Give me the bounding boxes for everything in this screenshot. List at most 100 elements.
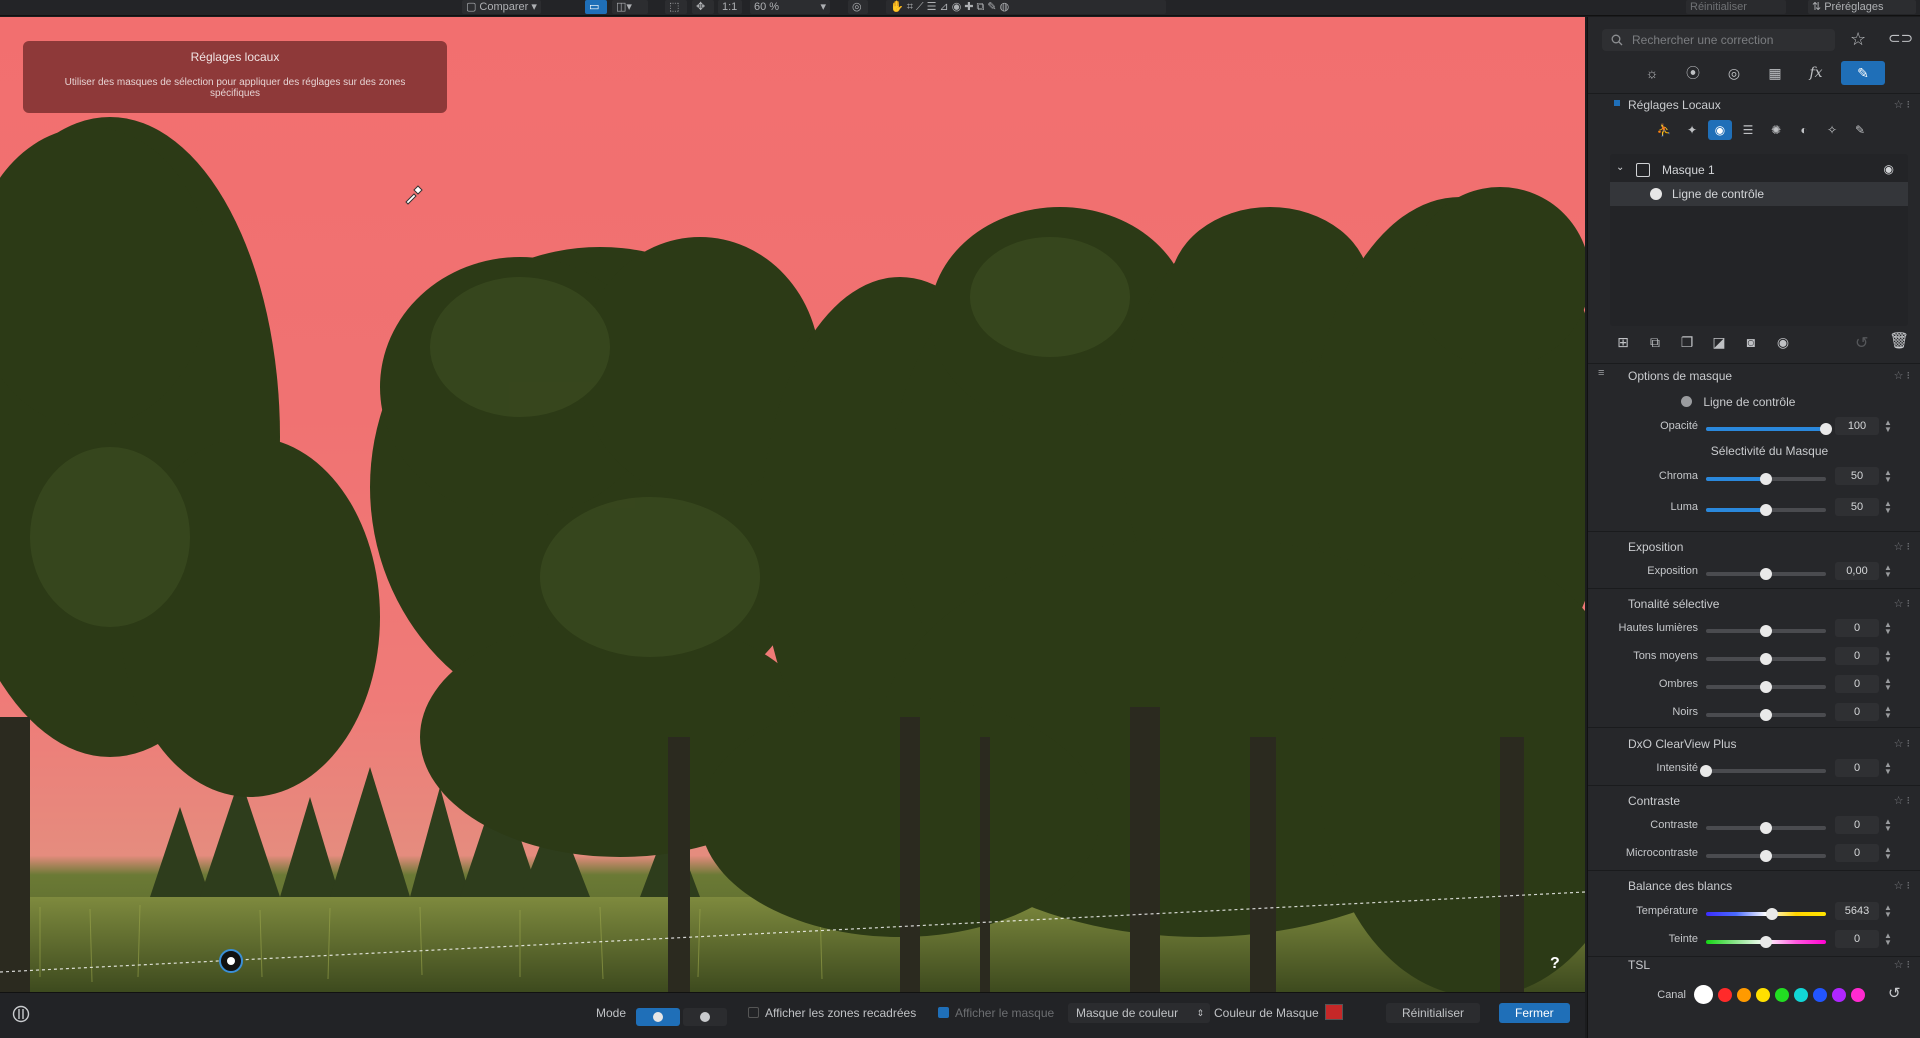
intensity-slider[interactable] — [1700, 765, 1826, 777]
section-pin-icon[interactable]: ☆ ⁝ — [1894, 737, 1910, 750]
undo-icon[interactable]: ↺ — [1855, 333, 1868, 353]
section-pin-icon[interactable]: ☆ ⁝ — [1894, 958, 1910, 971]
channel-color-dot[interactable] — [1851, 987, 1865, 1002]
mask-type-select[interactable]: Masque de couleur ⇕ — [1068, 1003, 1210, 1023]
chroma-slider[interactable] — [1706, 473, 1826, 485]
spin-arrows-icon[interactable]: ▲ ▼ — [1883, 500, 1893, 515]
spin-arrows-icon[interactable]: ▲ ▼ — [1883, 761, 1893, 776]
temperature-slider[interactable] — [1706, 908, 1826, 920]
tint-value[interactable]: 0 — [1835, 930, 1879, 948]
mask-circle-icon[interactable]: ◙ — [1738, 331, 1764, 353]
channel-color-dot[interactable] — [1756, 987, 1770, 1002]
trash-icon[interactable]: 🗑 — [1889, 331, 1909, 351]
brush-tool-icon[interactable]: ✎ — [987, 1, 996, 13]
local-adjust-tab-icon[interactable]: ✎ — [1841, 61, 1885, 85]
image-canvas[interactable]: Réglages locaux Utiliser des masques de … — [0, 17, 1585, 992]
section-pin-icon[interactable]: ☆ ⁝ — [1894, 597, 1910, 610]
spin-arrows-icon[interactable]: ▲ ▼ — [1883, 818, 1893, 833]
add-sub-mask-icon[interactable]: ⧉ — [1642, 331, 1668, 353]
mask-checkbox[interactable] — [1636, 163, 1650, 177]
intensity-value[interactable]: 0 — [1835, 759, 1879, 777]
light-tab-icon[interactable]: ☼ — [1636, 61, 1668, 85]
opacity-value[interactable]: 100 — [1835, 417, 1879, 435]
opacity-slider[interactable] — [1706, 423, 1832, 435]
spin-arrows-icon[interactable]: ▲ ▼ — [1883, 846, 1893, 861]
section-pin-icon[interactable]: ☆ ⁝ — [1894, 794, 1910, 807]
blacks-slider[interactable] — [1706, 709, 1826, 721]
luma-value[interactable]: 50 — [1835, 498, 1879, 516]
channel-color-dot[interactable] — [1794, 987, 1808, 1002]
temperature-value[interactable]: 5643 — [1835, 902, 1879, 920]
mask-color-control[interactable]: Couleur de Masque — [1214, 1003, 1343, 1023]
mask-child-row[interactable]: Ligne de contrôle — [1610, 182, 1908, 206]
spin-arrows-icon[interactable]: ▲ ▼ — [1883, 932, 1893, 947]
presets-button[interactable]: ⇅ Préréglages — [1808, 0, 1916, 14]
spin-arrows-icon[interactable]: ▲ ▼ — [1883, 904, 1893, 919]
color-tab-icon[interactable]: ⦿ — [1677, 61, 1709, 85]
chroma-value[interactable]: 50 — [1835, 467, 1879, 485]
section-pin-icon[interactable]: ☆ ⁝ — [1894, 540, 1910, 553]
move-button[interactable]: ✥ — [692, 0, 714, 14]
spin-arrows-icon[interactable]: ▲ ▼ — [1883, 649, 1893, 664]
detail-tab-icon[interactable]: ◎ — [1718, 61, 1750, 85]
blacks-value[interactable]: 0 — [1835, 703, 1879, 721]
spin-arrows-icon[interactable]: ▲ ▼ — [1883, 621, 1893, 636]
channel-color-dot[interactable] — [1737, 987, 1751, 1002]
redeye-tool-icon[interactable]: ◉ — [952, 1, 962, 13]
control-point-tool-icon[interactable]: ✦ — [1680, 120, 1704, 140]
horizon-tool-icon[interactable]: ☰ — [927, 1, 937, 13]
duplicate-mask-icon[interactable]: ❐ — [1674, 331, 1700, 353]
add-mask-icon[interactable]: ⊞ — [1610, 331, 1636, 353]
eraser-tool-icon[interactable]: ✧ — [1820, 120, 1844, 140]
mask-row[interactable]: ⌄ Masque 1 ◉ — [1610, 158, 1908, 182]
section-pin-icon[interactable]: ☆ ⁝ — [1894, 369, 1910, 382]
spin-arrows-icon[interactable]: ▲ ▼ — [1883, 677, 1893, 692]
perspective-tool-icon[interactable]: ⊿ — [939, 1, 948, 13]
spin-arrows-icon[interactable]: ▲ ▼ — [1883, 419, 1893, 434]
mask-color-swatch[interactable] — [1324, 1004, 1343, 1020]
effects-tab-icon[interactable]: fx — [1800, 61, 1832, 85]
auto-mask-icon[interactable]: ⛹ — [1652, 120, 1676, 140]
straighten-tool-icon[interactable]: ⟋ — [916, 1, 924, 13]
show-cropped-checkbox[interactable]: Afficher les zones recadrées — [748, 1003, 916, 1023]
luma-slider[interactable] — [1706, 504, 1826, 516]
reset-channel-icon[interactable]: ↺ — [1888, 984, 1901, 1002]
compare-button[interactable]: ▢ Comparer ▾ — [462, 0, 541, 14]
channel-color-dot[interactable] — [1718, 987, 1732, 1002]
eye-icon[interactable]: ◉ — [1884, 162, 1894, 176]
invert-mask-icon[interactable]: ◪ — [1706, 331, 1732, 353]
mode-additive-button[interactable] — [636, 1008, 680, 1026]
brush-mask-tool-icon[interactable]: ✺ — [1764, 120, 1788, 140]
zoom-select[interactable]: 60 % ▾ — [750, 0, 830, 14]
clone-tool-icon[interactable]: ⧉ — [977, 1, 985, 13]
hand-tool-icon[interactable]: ✋ — [890, 1, 904, 13]
control-point-handle[interactable] — [219, 949, 243, 973]
spin-arrows-icon[interactable]: ▲ ▼ — [1883, 705, 1893, 720]
help-button[interactable]: ? — [1550, 955, 1560, 973]
section-pin-icon[interactable]: ☆ ⁝ — [1894, 879, 1910, 892]
spin-arrows-icon[interactable]: ▲ ▼ — [1883, 469, 1893, 484]
midtones-value[interactable]: 0 — [1835, 647, 1879, 665]
channel-color-dot[interactable] — [1694, 985, 1713, 1004]
control-line-tool-icon[interactable]: ◉ — [1708, 120, 1732, 140]
split-view-button[interactable]: ◫▾ — [612, 0, 648, 14]
crop-tool-icon[interactable]: ⌗ — [907, 1, 913, 13]
favorites-star-icon[interactable]: ☆ — [1850, 29, 1866, 50]
zoom-1-1-button[interactable]: 1:1 — [718, 0, 742, 14]
loupe-tool-button[interactable]: ◎ — [848, 0, 868, 14]
repair-tool-icon[interactable]: ✚ — [964, 1, 973, 13]
close-button[interactable]: Fermer — [1499, 1003, 1570, 1023]
highlights-value[interactable]: 0 — [1835, 619, 1879, 637]
channel-color-dot[interactable] — [1832, 987, 1846, 1002]
contrast-value[interactable]: 0 — [1835, 816, 1879, 834]
exposure-value[interactable]: 0,00 — [1835, 562, 1879, 580]
tint-slider[interactable] — [1706, 936, 1826, 948]
show-mask-icon[interactable]: ◉ — [1770, 331, 1796, 353]
chevron-down-icon[interactable]: ⌄ — [1616, 162, 1624, 173]
reset-top-button[interactable]: Réinitialiser — [1686, 0, 1786, 14]
section-pin-icon[interactable]: ☆ ⁝ — [1894, 98, 1910, 111]
midtones-slider[interactable] — [1706, 653, 1826, 665]
geometry-tab-icon[interactable]: ▦ — [1759, 61, 1791, 85]
highlights-slider[interactable] — [1706, 625, 1826, 637]
toggle-view-icon[interactable]: ⊂⊃ — [1888, 29, 1913, 47]
